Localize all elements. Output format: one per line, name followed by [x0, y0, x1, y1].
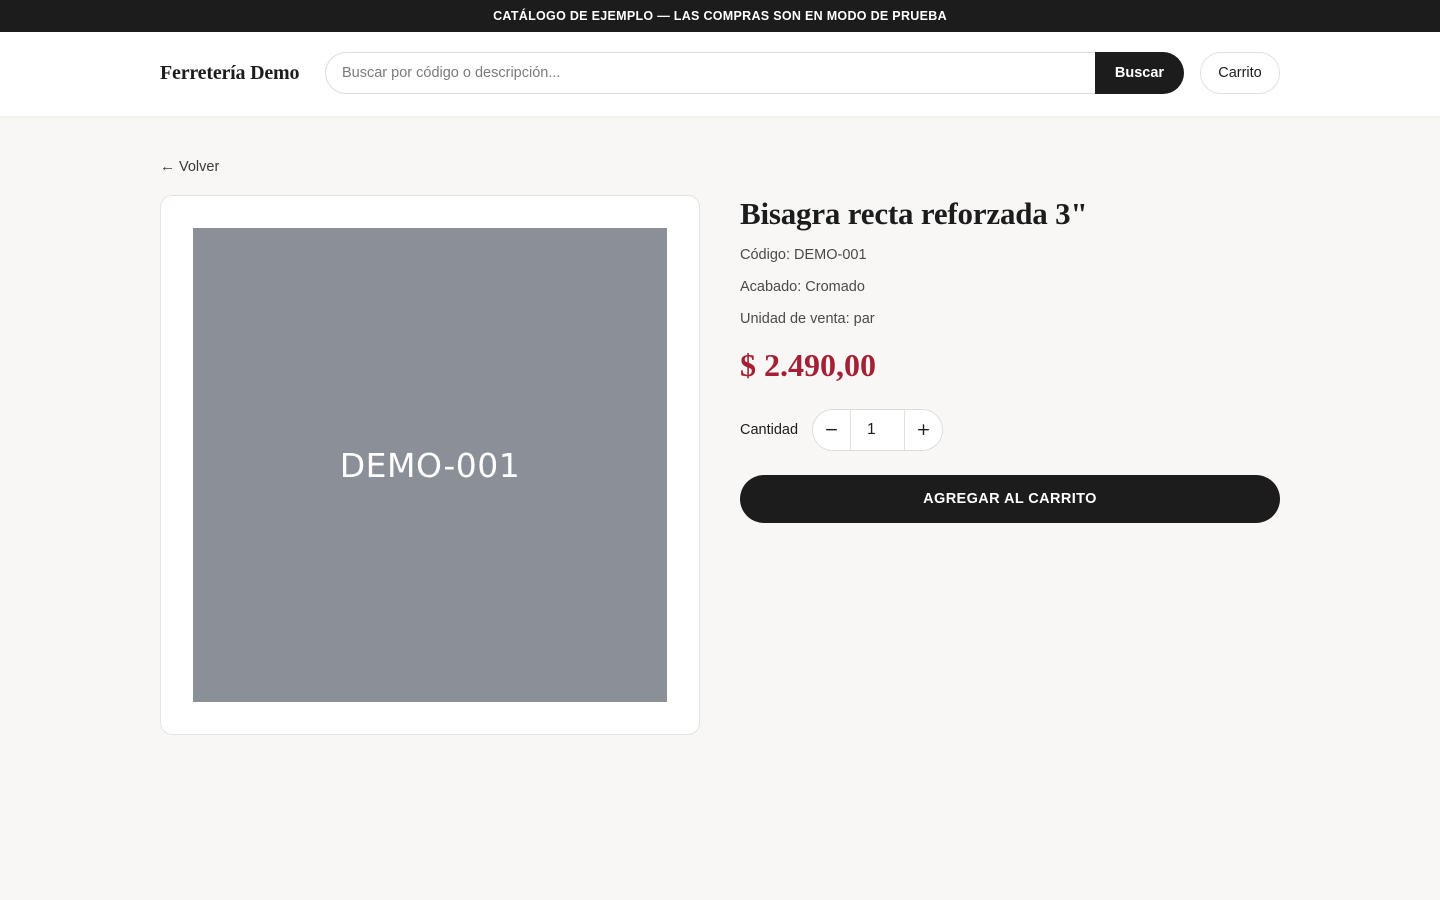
product-title: Bisagra recta reforzada 3" — [740, 196, 1088, 231]
announcement-bar: CATÁLOGO DE EJEMPLO — LAS COMPRAS SON EN… — [0, 0, 1440, 32]
minus-icon[interactable]: − — [813, 410, 850, 450]
back-label: Volver — [179, 158, 220, 175]
site-header: Ferretería Demo Buscar Carrito — [0, 32, 1440, 120]
product-info: Bisagra recta reforzada 3" Código: DEMO-… — [740, 195, 1280, 523]
product-sale-unit: Unidad de venta: par — [740, 311, 875, 327]
quantity-stepper: − + — [812, 409, 943, 451]
announcement-text: CATÁLOGO DE EJEMPLO — LAS COMPRAS SON EN… — [493, 9, 947, 23]
cart-button[interactable]: Carrito — [1200, 52, 1280, 94]
arrow-left-icon: ← — [160, 158, 175, 175]
quantity-row: Cantidad − + — [740, 409, 1280, 451]
product-code: Código: DEMO-001 — [740, 247, 867, 263]
back-link[interactable]: ← Volver — [160, 158, 219, 175]
header-content: Ferretería Demo Buscar Carrito — [160, 52, 1280, 94]
search-button[interactable]: Buscar — [1095, 52, 1184, 94]
product-image-label: DEMO-001 — [339, 445, 521, 485]
product-price: $ 2.490,00 — [740, 347, 876, 383]
brand-logo[interactable]: Ferretería Demo — [160, 62, 325, 85]
quantity-label: Cantidad — [740, 422, 799, 438]
plus-icon[interactable]: + — [905, 410, 942, 450]
quantity-input[interactable] — [850, 410, 905, 450]
product-image: DEMO-001 — [193, 228, 667, 702]
search-form: Buscar — [325, 52, 1184, 94]
search-input[interactable] — [325, 52, 1095, 94]
product-image-card: DEMO-001 — [160, 195, 700, 735]
add-to-cart-button[interactable]: AGREGAR AL CARRITO — [740, 475, 1280, 523]
product-finish: Acabado: Cromado — [740, 279, 865, 295]
